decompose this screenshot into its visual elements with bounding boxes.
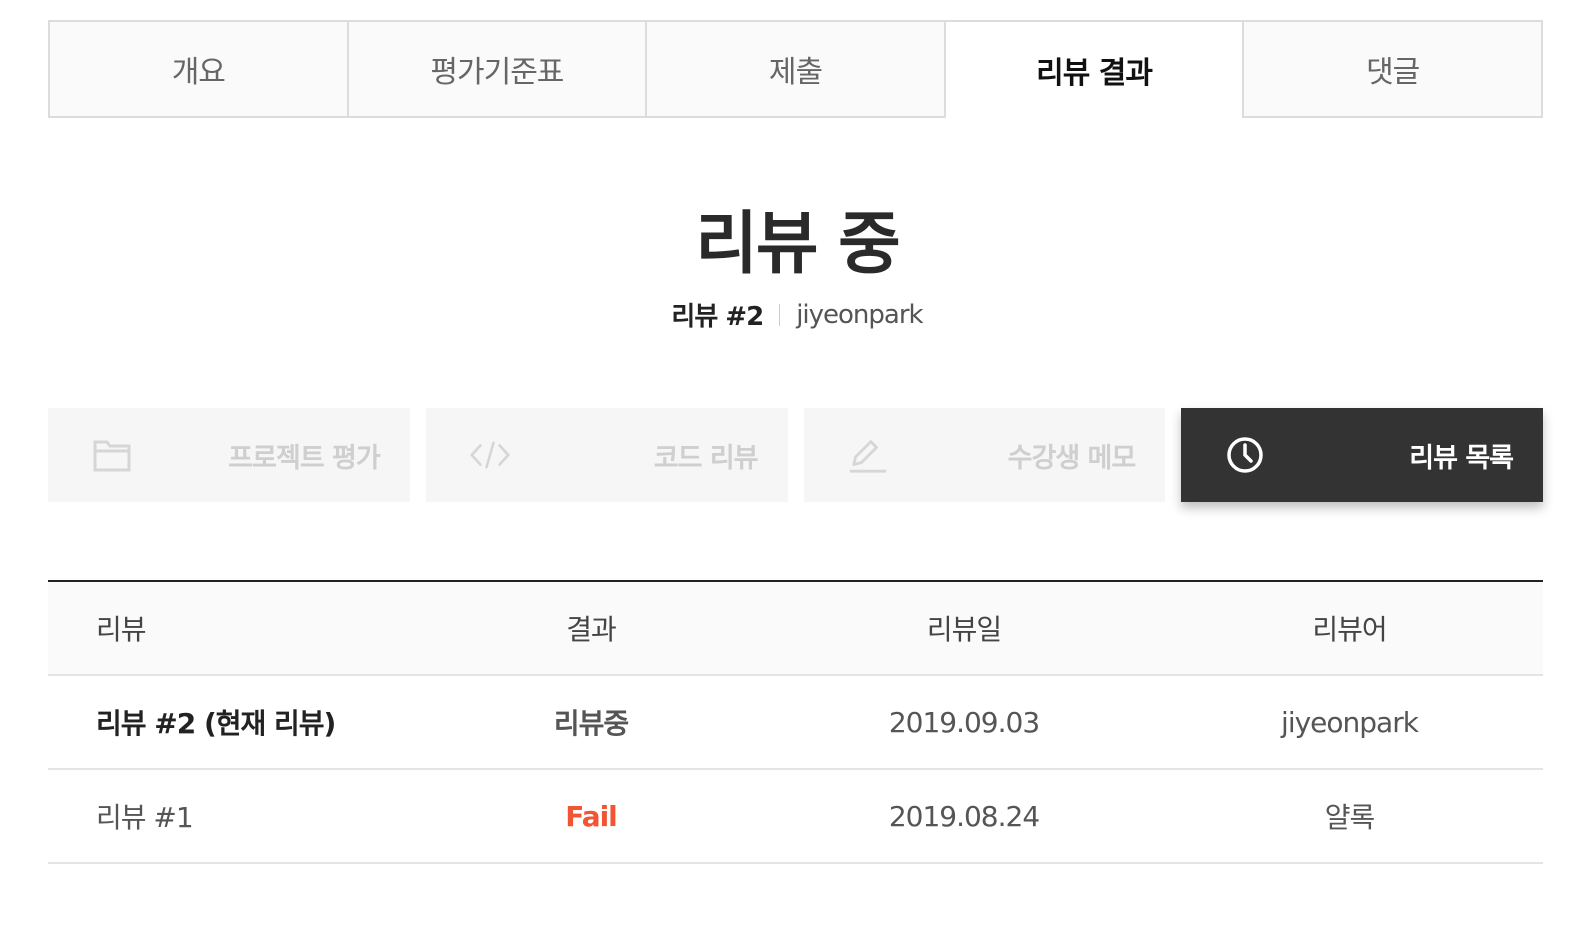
clock-icon xyxy=(1225,435,1265,475)
review-history-table: 리뷰 결과 리뷰일 리뷰어 리뷰 #2 (현재 리뷰) 리뷰중 2019.09.… xyxy=(48,580,1543,864)
table-header-row: 리뷰 결과 리뷰일 리뷰어 xyxy=(48,581,1543,676)
review-result-cell: Fail xyxy=(410,769,772,864)
pencil-icon xyxy=(848,435,888,475)
page-title: 리뷰 중 xyxy=(695,205,900,284)
tab-bar: 개요 평가기준표 제출 리뷰 결과 댓글 xyxy=(48,20,1543,118)
review-list-button[interactable]: 리뷰 목록 xyxy=(1181,408,1543,502)
table-row[interactable]: 리뷰 #2 (현재 리뷰) 리뷰중 2019.09.03 jiyeonpark xyxy=(48,675,1543,770)
review-date-cell: 2019.09.03 xyxy=(772,675,1156,770)
tab-overview[interactable]: 개요 xyxy=(50,22,349,116)
review-name-cell: 리뷰 #2 (현재 리뷰) xyxy=(48,675,410,770)
review-name-cell: 리뷰 #1 xyxy=(48,769,410,864)
folder-icon xyxy=(92,435,132,475)
column-header-review: 리뷰 xyxy=(48,581,410,676)
review-meta: 리뷰 #2 jiyeonpark xyxy=(0,296,1594,333)
column-header-result: 결과 xyxy=(410,581,772,676)
student-memo-button[interactable]: 수강생 메모 xyxy=(803,408,1166,502)
tab-comments[interactable]: 댓글 xyxy=(1244,22,1541,116)
review-number: 리뷰 #2 xyxy=(671,302,764,332)
tab-rubric[interactable]: 평가기준표 xyxy=(349,22,648,116)
table-row[interactable]: 리뷰 #1 Fail 2019.08.24 얄록 xyxy=(48,769,1543,864)
tab-submission[interactable]: 제출 xyxy=(647,22,946,116)
review-list-label: 리뷰 목록 xyxy=(1409,442,1514,474)
review-date-cell: 2019.08.24 xyxy=(772,769,1156,864)
reviewer-cell: jiyeonpark xyxy=(1156,675,1543,770)
reviewer-cell: 얄록 xyxy=(1156,769,1543,864)
project-evaluation-label: 프로젝트 평가 xyxy=(228,442,380,474)
student-memo-label: 수강생 메모 xyxy=(1007,442,1137,474)
column-header-reviewer: 리뷰어 xyxy=(1156,581,1543,676)
review-actions: 프로젝트 평가 코드 리뷰 수강생 메모 리뷰 목록 xyxy=(48,408,1543,502)
code-icon xyxy=(469,435,510,475)
review-result-cell: 리뷰중 xyxy=(410,675,772,770)
tab-review-result[interactable]: 리뷰 결과 xyxy=(945,22,1245,118)
meta-divider xyxy=(779,303,781,326)
project-evaluation-button[interactable]: 프로젝트 평가 xyxy=(48,408,410,502)
reviewer-name: jiyeonpark xyxy=(796,299,923,330)
code-review-button[interactable]: 코드 리뷰 xyxy=(425,408,788,502)
column-header-date: 리뷰일 xyxy=(772,581,1156,676)
code-review-label: 코드 리뷰 xyxy=(653,442,759,474)
